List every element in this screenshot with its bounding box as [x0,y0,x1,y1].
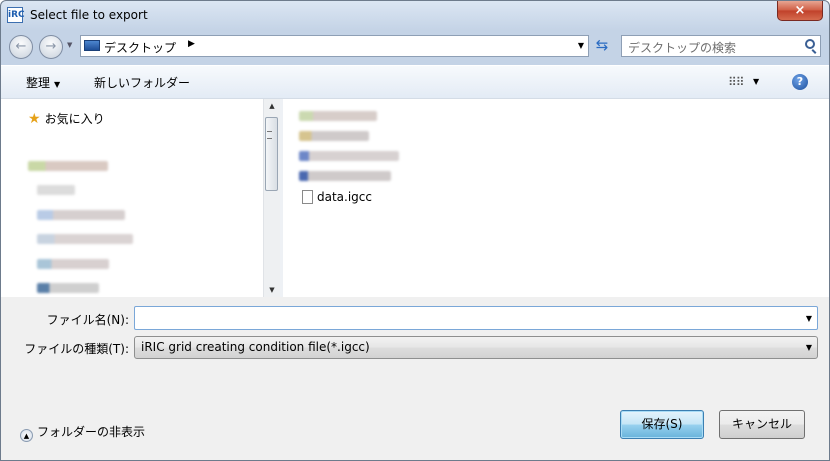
cancel-button[interactable]: キャンセル [719,410,805,439]
hide-folders-toggle[interactable]: ▲ フォルダーの非表示 [20,423,145,442]
blurred-nav-item[interactable] [37,234,133,244]
filename-label: ファイル名(N): [46,313,129,327]
help-icon[interactable]: ? [792,74,808,90]
address-bar[interactable]: デスクトップ ▶ ▼ [80,35,589,57]
save-dialog-window: iRC Select file to export × ← → ▼ デスクトップ… [0,0,830,461]
close-button[interactable]: × [777,1,823,21]
filetype-select[interactable]: iRIC grid creating condition file(*.igcc… [134,336,818,359]
favorites-label: お気に入り [44,112,105,126]
navigation-bar: ← → ▼ デスクトップ ▶ ▼ ⇆ デスクトップの検索 [1,31,829,63]
filetype-value: iRIC grid creating condition file(*.igcc… [141,340,370,354]
back-button[interactable]: ← [9,35,33,59]
document-icon [302,190,313,204]
address-dropdown-icon[interactable]: ▼ [578,41,584,50]
chevron-down-icon: ▼ [54,80,61,89]
organize-menu[interactable]: 整理 ▼ [26,74,60,91]
chevron-down-icon[interactable]: ▼ [806,343,812,352]
blurred-nav-item[interactable] [28,161,108,171]
navigation-pane: ★ お気に入り [1,99,263,297]
favorites-item[interactable]: ★ お気に入り [28,110,105,127]
save-button[interactable]: 保存(S) [620,410,704,439]
scroll-down-icon[interactable]: ▼ [264,283,280,297]
view-dropdown-icon[interactable]: ▼ [753,77,759,86]
filename-dropdown-icon[interactable]: ▼ [806,314,812,323]
blurred-file-item[interactable] [299,171,391,181]
filetype-label: ファイルの種類(T): [24,342,129,356]
filename-field[interactable]: ▼ [134,306,818,330]
search-input[interactable]: デスクトップの検索 [628,39,736,56]
refresh-icon[interactable]: ⇆ [591,35,613,57]
blurred-file-item[interactable] [299,151,399,161]
nav-pane-scrollbar[interactable]: ▲ ▼ [263,99,280,297]
blurred-nav-item[interactable] [37,283,99,293]
chevron-right-icon[interactable]: ▶ [188,39,195,49]
forward-button[interactable]: → [39,35,63,59]
blurred-nav-item[interactable] [37,259,109,269]
scroll-grip-icon [267,131,272,139]
window-title: Select file to export [30,8,148,22]
address-location[interactable]: デスクトップ [104,39,176,56]
organize-label: 整理 [26,76,51,90]
blurred-file-item[interactable] [299,131,369,141]
chevron-up-icon: ▲ [20,429,33,442]
blurred-nav-item[interactable] [37,210,125,220]
blurred-nav-item[interactable] [37,185,75,195]
scroll-thumb[interactable] [265,117,278,191]
command-toolbar: 整理 ▼ 新しいフォルダー ⠿⠿ ▼ ? [1,65,829,99]
hide-folders-label: フォルダーの非表示 [37,425,146,439]
file-name: data.igcc [317,190,372,204]
file-list-pane: data.igcc [283,99,829,297]
recent-pages-dropdown-icon[interactable]: ▼ [67,41,72,49]
search-box[interactable]: デスクトップの検索 [621,35,821,57]
blurred-file-item[interactable] [299,111,377,121]
star-icon: ★ [28,111,41,127]
dialog-form-area: ファイル名(N): ▼ ファイルの種類(T): iRIC grid creati… [1,297,829,460]
app-icon: iRC [7,7,25,23]
new-folder-button[interactable]: 新しいフォルダー [94,74,190,91]
scroll-up-icon[interactable]: ▲ [264,99,280,113]
search-icon[interactable] [805,39,815,49]
desktop-icon [84,40,100,51]
title-bar[interactable]: iRC Select file to export × [1,1,829,31]
view-options-icon[interactable]: ⠿⠿ [728,75,745,89]
